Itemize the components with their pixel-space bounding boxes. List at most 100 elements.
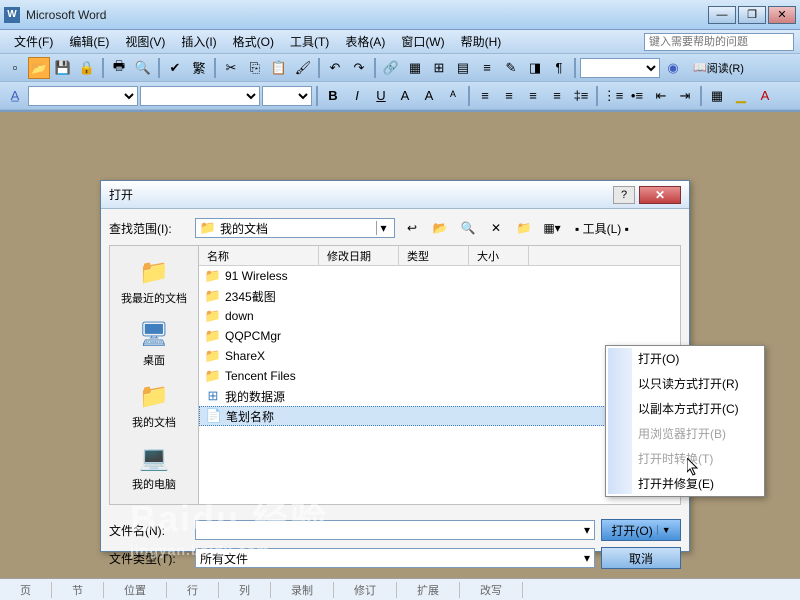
menu-insert[interactable]: 插入(I) [173,31,224,52]
dialog-titlebar[interactable]: 打开 ? ✕ [101,181,689,209]
underline-icon[interactable]: U [370,85,392,107]
maximize-button[interactable]: ❐ [738,6,766,24]
zoom-combo[interactable] [580,58,660,78]
place-computer[interactable]: 💻 我的电脑 [114,438,194,496]
tools-dropdown[interactable]: ▪ 工具(L) ▪ [569,217,635,239]
dialog-close-button[interactable]: ✕ [639,186,681,204]
ctx-item-1[interactable]: 以只读方式打开(R) [606,371,764,396]
views-icon[interactable]: ▦▾ [541,217,563,239]
print-preview-icon[interactable]: 🔍 [132,57,154,79]
align-center-icon[interactable]: ≡ [498,85,520,107]
hyperlink-icon[interactable]: 🔗 [380,57,402,79]
menu-table[interactable]: 表格(A) [337,31,393,52]
new-doc-icon[interactable]: ▫ [4,57,26,79]
close-window-button[interactable]: ✕ [768,6,796,24]
chevron-down-icon[interactable]: ▾ [376,221,390,235]
minimize-button[interactable]: — [708,6,736,24]
col-name[interactable]: 名称 [199,246,319,265]
col-size[interactable]: 大小 [469,246,529,265]
spellcheck-icon[interactable]: ✔ [164,57,186,79]
bold-icon[interactable]: B [322,85,344,107]
menu-help[interactable]: 帮助(H) [453,31,510,52]
help-search-input[interactable] [644,33,794,51]
folder-icon: 📁 [200,220,216,236]
read-mode-button[interactable]: 📖 阅读(R) [686,57,751,79]
styles-icon[interactable]: A̲ [4,85,26,107]
open-button[interactable]: 打开(O) ▼ [601,519,681,541]
font-color-icon[interactable]: A [754,85,776,107]
back-icon[interactable]: ↩ [401,217,423,239]
separator [574,58,576,78]
doc-map-icon[interactable]: ◨ [524,57,546,79]
excel-icon[interactable]: ▤ [452,57,474,79]
ctx-item-0[interactable]: 打开(O) [606,346,764,371]
ctx-item-5[interactable]: 打开并修复(E) [606,471,764,496]
decrease-indent-icon[interactable]: ⇤ [650,85,672,107]
file-row[interactable]: 📁91 Wireless [199,266,680,286]
file-row[interactable]: 📁QQPCMgr [199,326,680,346]
bullets-icon[interactable]: •≡ [626,85,648,107]
undo-icon[interactable]: ↶ [324,57,346,79]
ctx-item-3: 用浏览器打开(B) [606,421,764,446]
up-folder-icon[interactable]: 📂 [429,217,451,239]
file-row[interactable]: 📁2345截图 [199,286,680,306]
place-recent[interactable]: 📁 我最近的文档 [114,252,194,310]
place-mydocs[interactable]: 📁 我的文档 [114,376,194,434]
redo-icon[interactable]: ↷ [348,57,370,79]
chevron-down-icon[interactable]: ▾ [584,523,590,537]
align-right-icon[interactable]: ≡ [522,85,544,107]
menu-format[interactable]: 格式(O) [225,31,282,52]
highlight-icon[interactable]: ▁ [730,85,752,107]
menu-window[interactable]: 窗口(W) [393,31,452,52]
mydocs-icon: 📁 [138,380,170,412]
char-shading-icon[interactable]: A [418,85,440,107]
open-icon[interactable]: 📂 [28,57,50,79]
menu-tools[interactable]: 工具(T) [282,31,337,52]
align-left-icon[interactable]: ≡ [474,85,496,107]
format-painter-icon[interactable]: 🖌 [292,57,314,79]
status-overwrite: 改写 [460,582,523,598]
permission-icon[interactable]: 🔒 [76,57,98,79]
col-date[interactable]: 修改日期 [319,246,399,265]
columns-icon[interactable]: ≡ [476,57,498,79]
borders-icon[interactable]: ▦ [706,85,728,107]
char-border-icon[interactable]: A [394,85,416,107]
increase-indent-icon[interactable]: ⇥ [674,85,696,107]
font-combo[interactable] [140,86,260,106]
open-split-icon[interactable]: ▼ [657,525,671,535]
print-icon[interactable]: 🖶 [108,57,130,79]
show-marks-icon[interactable]: ¶ [548,57,570,79]
style-combo[interactable] [28,86,138,106]
research-icon[interactable]: 繁 [188,57,210,79]
char-scale-icon[interactable]: ᴬ [442,85,464,107]
delete-icon[interactable]: ✕ [485,217,507,239]
chevron-down-icon[interactable]: ▾ [584,551,590,565]
line-spacing-icon[interactable]: ‡≡ [570,85,592,107]
drawing-icon[interactable]: ✎ [500,57,522,79]
new-folder-icon[interactable]: 📁 [513,217,535,239]
italic-icon[interactable]: I [346,85,368,107]
col-type[interactable]: 类型 [399,246,469,265]
search-web-icon[interactable]: 🔍 [457,217,479,239]
menu-view[interactable]: 视图(V) [117,31,173,52]
align-justify-icon[interactable]: ≡ [546,85,568,107]
size-combo[interactable] [262,86,312,106]
save-icon[interactable]: 💾 [52,57,74,79]
filetype-combo[interactable]: 所有文件 ▾ [195,548,595,568]
menu-edit[interactable]: 编辑(E) [61,31,117,52]
lookin-combo[interactable]: 📁 我的文档 ▾ [195,218,395,238]
insert-table-icon[interactable]: ⊞ [428,57,450,79]
menu-file[interactable]: 文件(F) [6,31,61,52]
copy-icon[interactable]: ⎘ [244,57,266,79]
ctx-item-2[interactable]: 以副本方式打开(C) [606,396,764,421]
dialog-help-button[interactable]: ? [613,186,635,204]
place-desktop[interactable]: 🖥 桌面 [114,314,194,372]
file-row[interactable]: 📁down [199,306,680,326]
paste-icon[interactable]: 📋 [268,57,290,79]
numbering-icon[interactable]: ⋮≡ [602,85,624,107]
cancel-button[interactable]: 取消 [601,547,681,569]
filename-combo[interactable]: ▾ [195,520,595,540]
tables-borders-icon[interactable]: ▦ [404,57,426,79]
cut-icon[interactable]: ✂ [220,57,242,79]
help-icon[interactable]: ◉ [662,57,684,79]
